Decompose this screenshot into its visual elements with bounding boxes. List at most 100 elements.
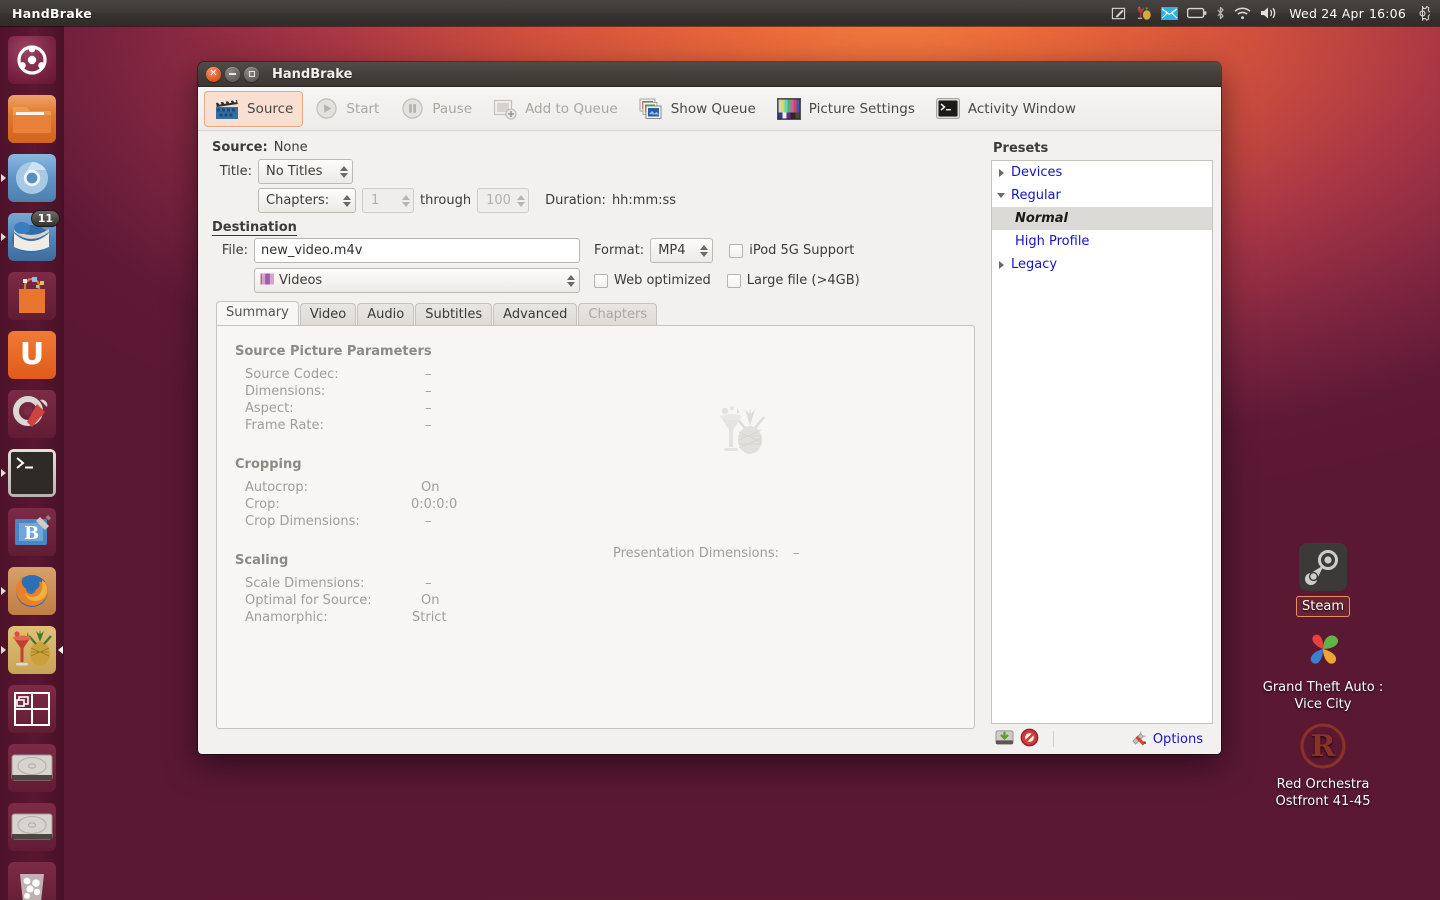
checkbox-box	[726, 273, 741, 288]
terminal-icon	[935, 97, 961, 121]
launcher-item-disk-1[interactable]	[0, 738, 64, 797]
chapters-select[interactable]: Chapters:	[258, 188, 356, 213]
tab-video[interactable]: Video	[299, 303, 357, 326]
launcher-item-firefox[interactable]	[0, 561, 64, 620]
tab-audio[interactable]: Audio	[357, 303, 415, 326]
preset-label: Legacy	[1011, 257, 1058, 272]
through-label: through	[420, 193, 472, 208]
chevron-right-icon[interactable]	[996, 260, 1006, 269]
launcher-item-chromium[interactable]	[0, 148, 64, 207]
options-button[interactable]: Options	[1131, 729, 1209, 750]
activity-window-button-label: Activity Window	[967, 100, 1076, 117]
launcher-item-handbrake[interactable]	[0, 620, 64, 679]
desktop-icon-gta-vice-city[interactable]: Grand Theft Auto : Vice City	[1253, 625, 1393, 714]
notebook-tabs: Summary Video Audio Subtitles Advanced C…	[216, 301, 983, 326]
preset-group-devices[interactable]: Devices	[992, 161, 1212, 184]
row-key: Crop:	[245, 497, 280, 512]
launcher-item-files[interactable]	[0, 89, 64, 148]
row-value: –	[425, 384, 432, 399]
chevron-updown-icon	[513, 194, 526, 207]
source-picture-heading: Source Picture Parameters	[235, 344, 432, 359]
destination-file-input[interactable]: new_video.m4v	[254, 238, 580, 263]
large-file-checkbox[interactable]: Large file (>4GB)	[726, 273, 860, 288]
row-value: –	[425, 576, 432, 591]
launcher-item-thunderbird[interactable]: 11	[0, 207, 64, 266]
start-button[interactable]: Start	[303, 91, 389, 127]
chevron-right-icon[interactable]	[996, 168, 1006, 177]
tab-subtitles[interactable]: Subtitles	[415, 303, 493, 326]
bluetooth-icon[interactable]	[1216, 0, 1225, 26]
preset-group-regular[interactable]: Regular	[992, 184, 1212, 207]
destination-folder-value: Videos	[279, 273, 323, 288]
volume-icon[interactable]	[1260, 0, 1278, 26]
preset-item-normal[interactable]: Normal	[992, 207, 1212, 230]
add-to-queue-button[interactable]: Add to Queue	[482, 91, 628, 127]
minimize-button[interactable]	[225, 66, 240, 82]
chapter-end-spinner[interactable]: 100	[477, 188, 530, 213]
close-button[interactable]: ✕	[206, 66, 221, 82]
destination-heading: Destination	[212, 220, 297, 236]
source-label: Source:	[212, 140, 268, 155]
start-button-label: Start	[346, 100, 380, 117]
show-queue-button[interactable]: Show Queue	[628, 91, 766, 127]
activity-window-button[interactable]: Activity Window	[925, 91, 1086, 127]
cropping-heading: Cropping	[235, 457, 302, 472]
source-button[interactable]: Source	[204, 90, 304, 127]
launcher-item-disk-2[interactable]	[0, 797, 64, 856]
notes-icon[interactable]	[1111, 0, 1126, 26]
svg-text:R: R	[1311, 729, 1337, 764]
presets-list[interactable]: Devices Regular Normal High Profile Lega…	[991, 160, 1213, 724]
chevron-down-icon[interactable]	[996, 193, 1006, 198]
web-optimized-checkbox[interactable]: Web optimized	[594, 273, 711, 288]
chapter-start-spinner[interactable]: 1	[362, 188, 414, 213]
tab-advanced[interactable]: Advanced	[493, 303, 578, 326]
pause-button[interactable]: Pause	[389, 91, 482, 127]
row-key: Scale Dimensions:	[245, 576, 365, 591]
preset-label: High Profile	[1015, 234, 1090, 249]
row-value: –	[425, 514, 432, 529]
desktop-icon-steam[interactable]: Steam	[1253, 543, 1393, 617]
window-titlebar[interactable]: ✕ HandBrake	[198, 62, 1221, 87]
chevron-updown-icon	[336, 165, 348, 178]
maximize-button[interactable]	[244, 66, 259, 82]
launcher-item-system-settings[interactable]	[0, 384, 64, 443]
presets-heading: Presets	[993, 141, 1049, 156]
launcher-item-terminal[interactable]	[0, 443, 64, 502]
picture-settings-button-label: Picture Settings	[808, 100, 915, 117]
row-key: Source Codec:	[245, 367, 339, 382]
launcher-item-ubuntu-dash[interactable]	[0, 30, 64, 89]
desktop-icon-red-orchestra[interactable]: R Red Orchestra Ostfront 41-45	[1253, 722, 1393, 811]
launcher-item-software-center[interactable]	[0, 266, 64, 325]
destination-folder-select[interactable]: Videos	[254, 268, 580, 293]
ipod-5g-label: iPod 5G Support	[749, 243, 855, 258]
battery-icon[interactable]	[1187, 0, 1207, 26]
destination-file-row: File: new_video.m4v Format: MP4 iPod 5G …	[212, 238, 983, 263]
title-select[interactable]: No Titles	[258, 159, 353, 184]
launcher-item-workspace-switcher[interactable]	[0, 679, 64, 738]
launcher-item-bluefish[interactable]: B	[0, 502, 64, 561]
picture-settings-button[interactable]: Picture Settings	[766, 91, 925, 127]
preset-group-legacy[interactable]: Legacy	[992, 253, 1212, 276]
checkbox-box	[729, 243, 744, 258]
clapperboard-icon	[214, 97, 240, 121]
launcher-item-ubuntu-one[interactable]: U	[0, 325, 64, 384]
tab-summary[interactable]: Summary	[216, 301, 299, 325]
clock[interactable]: Wed 24 Apr 16:06	[1289, 6, 1406, 21]
show-queue-button-label: Show Queue	[670, 100, 756, 117]
tab-chapters[interactable]: Chapters	[578, 303, 658, 326]
presentation-dimensions-value: –	[793, 546, 800, 561]
queue-stack-icon	[638, 97, 664, 121]
preset-item-high-profile[interactable]: High Profile	[992, 230, 1212, 253]
svg-text:B: B	[24, 523, 39, 544]
delete-preset-icon[interactable]	[1020, 728, 1039, 751]
ipod-5g-checkbox[interactable]: iPod 5G Support	[729, 243, 854, 258]
messaging-icon[interactable]	[1161, 0, 1179, 26]
running-indicator	[1, 645, 6, 654]
launcher-item-trash[interactable]	[0, 856, 64, 900]
handbrake-indicator-icon[interactable]	[1135, 0, 1152, 26]
format-select[interactable]: MP4	[650, 238, 714, 263]
gear-icon[interactable]	[1415, 0, 1430, 26]
wifi-icon[interactable]	[1234, 0, 1251, 26]
save-preset-icon[interactable]	[995, 728, 1014, 751]
app-menu-title[interactable]: HandBrake	[12, 6, 92, 21]
